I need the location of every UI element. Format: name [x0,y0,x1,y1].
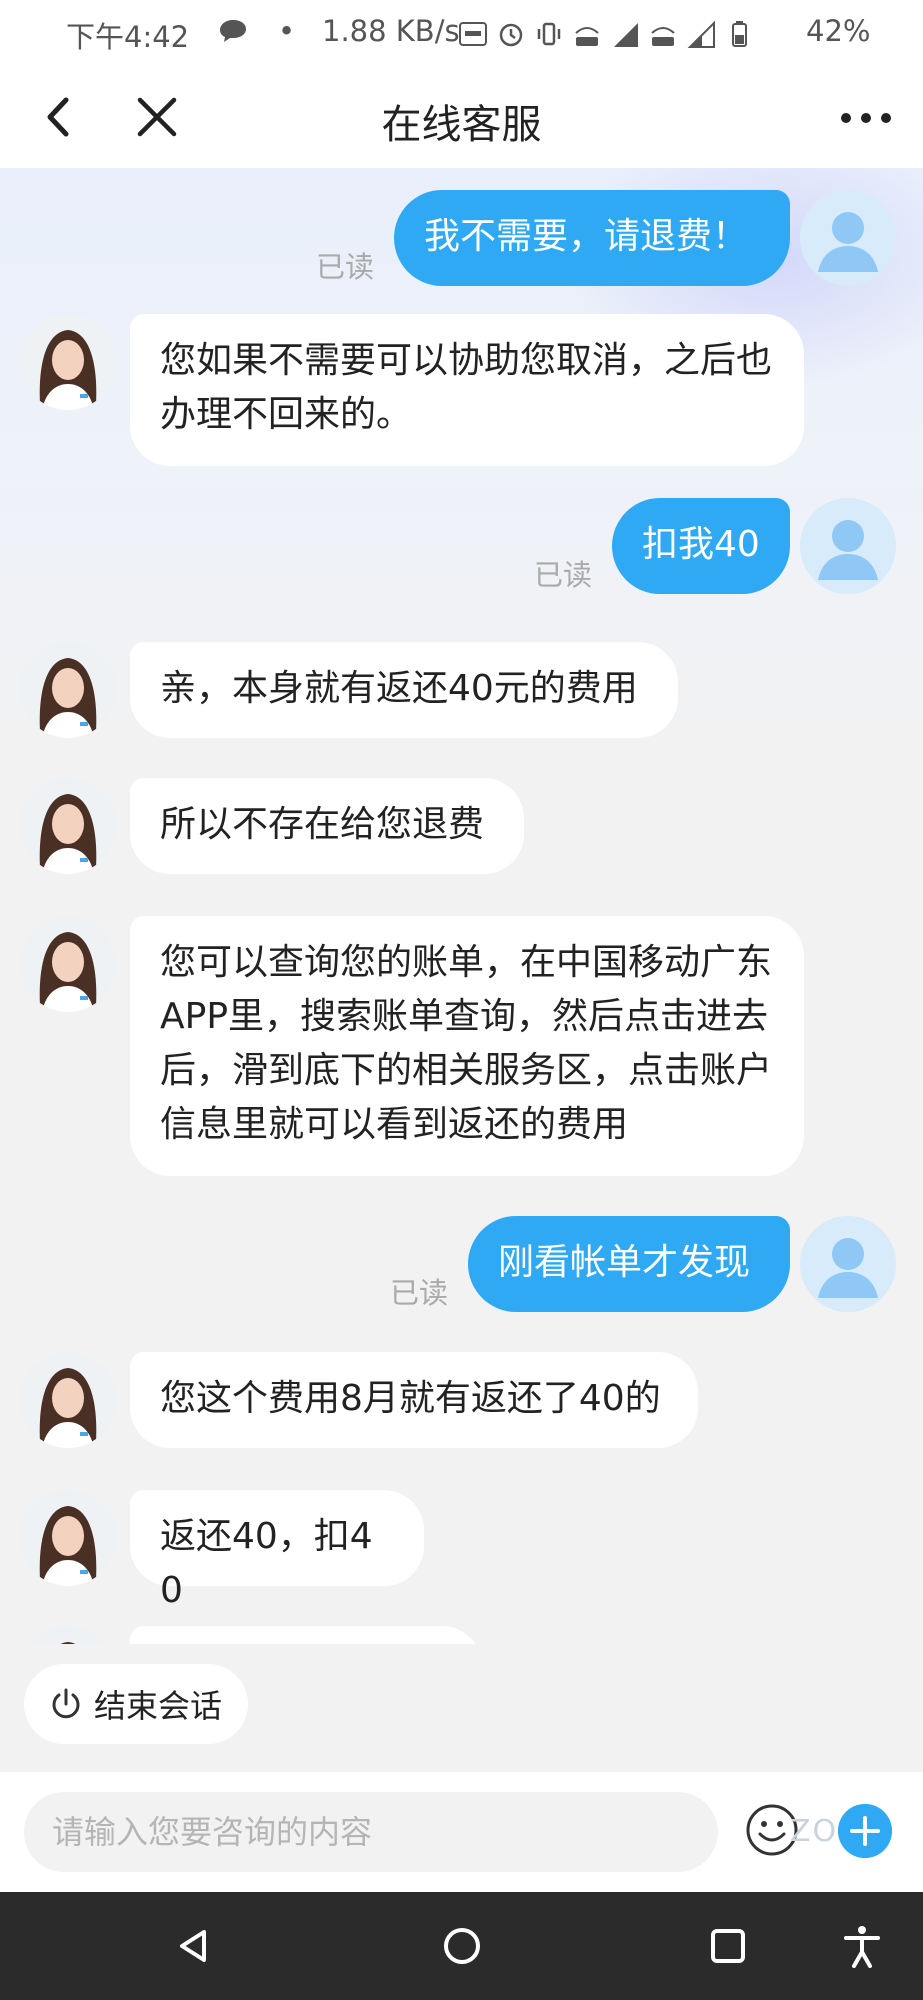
message-input[interactable] [24,1792,718,1872]
end-session-label: 结束会话 [94,1687,223,1725]
status-bar: 下午4:42 • 1.88 KB/s 42% [0,0,923,66]
status-dot: • [278,14,296,48]
agent-avatar [20,778,116,874]
signal-2-icon [687,20,715,48]
chat-area[interactable]: 已读 我不需要，请退费！ 您如果不需要可以协助您取消，之后也办理不回来的。 已读… [0,168,923,1644]
more-dots-icon[interactable] [838,96,894,140]
square-recents-icon[interactable] [704,1922,752,1970]
battery-icon [732,21,747,47]
header-bar: 在线客服 [0,66,923,169]
agent-message-bubble[interactable]: 您如果不需要可以协助您取消，之后也办理不回来的。 [130,314,804,466]
system-navigation-bar [0,1892,923,2000]
battery-percent: 42% [806,14,871,48]
agent-portrait-icon [20,1626,116,1644]
end-session-button[interactable]: 结束会话 [24,1664,248,1744]
agent-message-bubble[interactable]: 返还40，扣40 [130,1490,424,1611]
agent-message-bubble[interactable]: 所以不存在给您退费 [130,778,524,874]
agent-portrait-icon [20,916,116,1012]
volte-2-icon [651,27,675,46]
agent-avatar [20,1352,116,1448]
user-avatar [800,190,896,286]
read-status: 已读 [390,1276,449,1310]
agent-portrait-icon [20,1352,116,1448]
agent-avatar [20,1490,116,1586]
chat-notification-icon [220,20,246,42]
plus-icon[interactable] [838,1804,892,1858]
agent-message-bubble-partial[interactable] [130,1626,482,1644]
auto-hd-icon [459,22,487,46]
user-silhouette-icon [800,1216,896,1312]
agent-message-bubble[interactable]: 您可以查询您的账单，在中国移动广东APP里，搜索账单查询，然后点击进去后，滑到底… [130,916,804,1176]
agent-message-bubble[interactable]: 亲，本身就有返还40元的费用 [130,642,678,738]
triangle-back-icon[interactable] [170,1922,218,1970]
system-status-icons [458,14,754,54]
agent-portrait-icon [20,642,116,738]
volte-icon [575,27,599,46]
user-silhouette-icon [800,498,896,594]
alarm-icon [499,23,523,47]
agent-avatar [20,1626,116,1644]
input-bar: ZOL [0,1772,923,1892]
vibrate-icon [537,22,561,46]
page-title: 在线客服 [381,102,542,148]
user-avatar [800,498,896,594]
agent-avatar [20,916,116,1012]
agent-portrait-icon [20,1490,116,1586]
read-status: 已读 [534,558,593,592]
read-status: 已读 [316,250,375,284]
user-silhouette-icon [800,190,896,286]
agent-portrait-icon [20,314,116,410]
status-time: 下午4:42 [66,20,190,54]
user-message-bubble[interactable]: 刚看帐单才发现 [468,1216,790,1312]
network-speed: 1.88 KB/s [322,14,460,48]
power-icon [52,1688,80,1719]
accessibility-icon[interactable] [838,1922,886,1970]
user-message-bubble[interactable]: 扣我40 [612,498,790,594]
agent-avatar [20,642,116,738]
user-message-bubble[interactable]: 我不需要，请退费！ [394,190,790,286]
user-avatar [800,1216,896,1312]
agent-avatar [20,314,116,410]
signal-4g-icon [614,23,638,47]
circle-home-icon[interactable] [438,1922,486,1970]
agent-portrait-icon [20,778,116,874]
agent-message-bubble[interactable]: 您这个费用8月就有返还了40的 [130,1352,698,1448]
